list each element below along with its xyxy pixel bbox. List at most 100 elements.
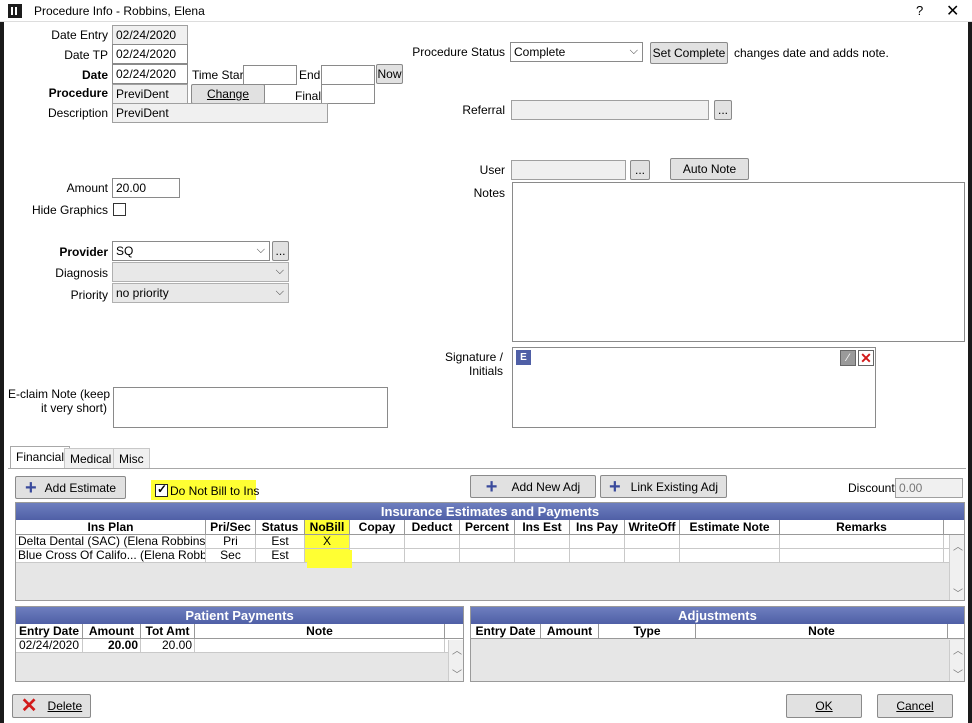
col-writeoff[interactable]: WriteOff bbox=[625, 520, 680, 534]
col-estimate-note[interactable]: Estimate Note bbox=[680, 520, 780, 534]
adjustments-scrollbar[interactable]: ︿ ﹀ bbox=[949, 640, 964, 681]
adjustments-header: Entry Date Amount Type Note bbox=[471, 624, 964, 639]
col-ins-plan[interactable]: Ins Plan bbox=[16, 520, 206, 534]
plus-icon: + bbox=[608, 475, 621, 498]
col-amount[interactable]: Amount bbox=[83, 624, 141, 638]
cell-percent bbox=[460, 535, 515, 548]
window-frame-right bbox=[968, 22, 972, 723]
tab-financial[interactable]: Financial bbox=[10, 446, 71, 468]
amount-field[interactable]: 20.00 bbox=[112, 178, 180, 198]
scroll-down-icon[interactable]: ﹀ bbox=[452, 666, 462, 681]
eclaim-note-field[interactable] bbox=[113, 387, 388, 428]
topaz-e-icon[interactable]: E bbox=[516, 350, 531, 365]
signature-box[interactable]: E ⁄ ✕ bbox=[512, 347, 876, 428]
patient-payments-header: Entry Date Amount Tot Amt Note bbox=[16, 624, 463, 639]
col-tot-amt[interactable]: Tot Amt bbox=[141, 624, 195, 638]
cell-ins-est bbox=[515, 549, 570, 562]
clear-signature-icon[interactable]: ✕ bbox=[858, 350, 874, 366]
now-button[interactable]: Now bbox=[376, 64, 403, 84]
hide-graphics-label: Hide Graphics bbox=[31, 203, 108, 217]
user-field bbox=[511, 160, 626, 180]
table-row[interactable]: Delta Dental (SAC) (Elena Robbins) Pri E… bbox=[16, 535, 964, 549]
end-field[interactable] bbox=[321, 65, 375, 85]
col-nobill[interactable]: NoBill bbox=[305, 520, 350, 534]
tab-misc[interactable]: Misc bbox=[113, 448, 150, 468]
adjustments-grid: Adjustments Entry Date Amount Type Note … bbox=[470, 606, 965, 682]
provider-label: Provider bbox=[59, 245, 108, 259]
date-field[interactable]: 02/24/2020 bbox=[112, 64, 188, 84]
chevron-down-icon: ⌵ bbox=[275, 265, 284, 277]
date-tp-label: Date TP bbox=[64, 48, 108, 62]
scroll-down-icon[interactable]: ﹀ bbox=[953, 585, 963, 600]
hide-graphics-checkbox[interactable] bbox=[113, 203, 126, 216]
col-remarks[interactable]: Remarks bbox=[780, 520, 944, 534]
col-percent[interactable]: Percent bbox=[460, 520, 515, 534]
final-field[interactable] bbox=[321, 84, 375, 104]
do-not-bill-label: Do Not Bill to Ins bbox=[170, 484, 260, 498]
scroll-up-icon[interactable]: ︿ bbox=[953, 538, 963, 553]
chevron-down-icon: ⌵ bbox=[629, 45, 638, 57]
adjustments-title: Adjustments bbox=[471, 607, 964, 624]
delete-button[interactable]: ✕ Delete bbox=[12, 694, 91, 718]
col-copay[interactable]: Copay bbox=[350, 520, 405, 534]
ok-button[interactable]: OK bbox=[786, 694, 862, 718]
cell-note bbox=[195, 639, 445, 652]
user-picker-button[interactable]: ... bbox=[630, 160, 650, 180]
col-deduct[interactable]: Deduct bbox=[405, 520, 460, 534]
col-note[interactable]: Note bbox=[696, 624, 948, 638]
add-estimate-button[interactable]: + Add Estimate bbox=[15, 476, 126, 499]
col-note[interactable]: Note bbox=[195, 624, 445, 638]
cell-status: Est bbox=[256, 535, 305, 548]
diagnosis-select[interactable]: ⌵ bbox=[112, 262, 289, 282]
provider-picker-button[interactable]: ... bbox=[272, 241, 289, 261]
cell-writeoff bbox=[625, 549, 680, 562]
tab-medical[interactable]: Medical bbox=[64, 448, 118, 468]
do-not-bill-checkbox[interactable]: ✓ bbox=[155, 482, 168, 497]
time-start-label: Time Start bbox=[192, 68, 247, 82]
scroll-down-icon[interactable]: ﹀ bbox=[953, 666, 963, 681]
set-complete-button[interactable]: Set Complete bbox=[650, 42, 728, 64]
table-row[interactable]: 02/24/2020 20.00 20.00 bbox=[16, 639, 463, 653]
cell-ins-pay bbox=[570, 549, 625, 562]
cell-pri-sec: Pri bbox=[206, 535, 256, 548]
col-amount[interactable]: Amount bbox=[541, 624, 599, 638]
referral-picker-button[interactable]: ... bbox=[714, 100, 732, 120]
insurance-grid-scrollbar[interactable]: ︿ ﹀ bbox=[949, 535, 964, 600]
scroll-up-icon[interactable]: ︿ bbox=[452, 642, 462, 657]
cell-deduct bbox=[405, 549, 460, 562]
table-row[interactable]: Blue Cross Of Califo... (Elena Robbi Sec… bbox=[16, 549, 964, 563]
nobill-highlight bbox=[307, 550, 352, 568]
cancel-button[interactable]: Cancel bbox=[877, 694, 953, 718]
change-button[interactable]: Change bbox=[191, 84, 265, 104]
scroll-up-icon[interactable]: ︿ bbox=[953, 642, 963, 657]
priority-select[interactable]: no priority ⌵ bbox=[112, 283, 289, 303]
date-tp-field[interactable]: 02/24/2020 bbox=[112, 44, 188, 64]
procedure-status-select[interactable]: Complete ⌵ bbox=[510, 42, 643, 62]
cell-ins-est bbox=[515, 535, 570, 548]
auto-note-button[interactable]: Auto Note bbox=[670, 158, 749, 180]
date-entry-label: Date Entry bbox=[51, 28, 108, 42]
col-type[interactable]: Type bbox=[599, 624, 696, 638]
col-ins-est[interactable]: Ins Est bbox=[515, 520, 570, 534]
close-button[interactable]: ✕ bbox=[946, 1, 959, 21]
cell-status: Est bbox=[256, 549, 305, 562]
col-status[interactable]: Status bbox=[256, 520, 305, 534]
help-button[interactable]: ? bbox=[916, 3, 923, 18]
notes-field[interactable] bbox=[512, 182, 965, 342]
app-icon bbox=[8, 4, 22, 18]
cell-entry-date: 02/24/2020 bbox=[16, 639, 83, 652]
time-start-field[interactable] bbox=[243, 65, 297, 85]
col-entry-date[interactable]: Entry Date bbox=[16, 624, 83, 638]
patient-payments-scrollbar[interactable]: ︿ ﹀ bbox=[448, 640, 463, 681]
pen-icon[interactable]: ⁄ bbox=[840, 350, 856, 366]
col-entry-date[interactable]: Entry Date bbox=[471, 624, 541, 638]
link-existing-adj-label: Link Existing Adj bbox=[630, 479, 719, 494]
col-ins-pay[interactable]: Ins Pay bbox=[570, 520, 625, 534]
add-new-adj-button[interactable]: + Add New Adj bbox=[470, 475, 596, 498]
provider-select[interactable]: SQ ⌵ bbox=[112, 241, 270, 261]
discount-label: Discount bbox=[848, 481, 895, 495]
eclaim-note-label-line1: E-claim Note (keep bbox=[8, 387, 111, 401]
link-existing-adj-button[interactable]: + Link Existing Adj bbox=[600, 475, 727, 498]
plus-icon: + bbox=[24, 476, 37, 499]
col-pri-sec[interactable]: Pri/Sec bbox=[206, 520, 256, 534]
